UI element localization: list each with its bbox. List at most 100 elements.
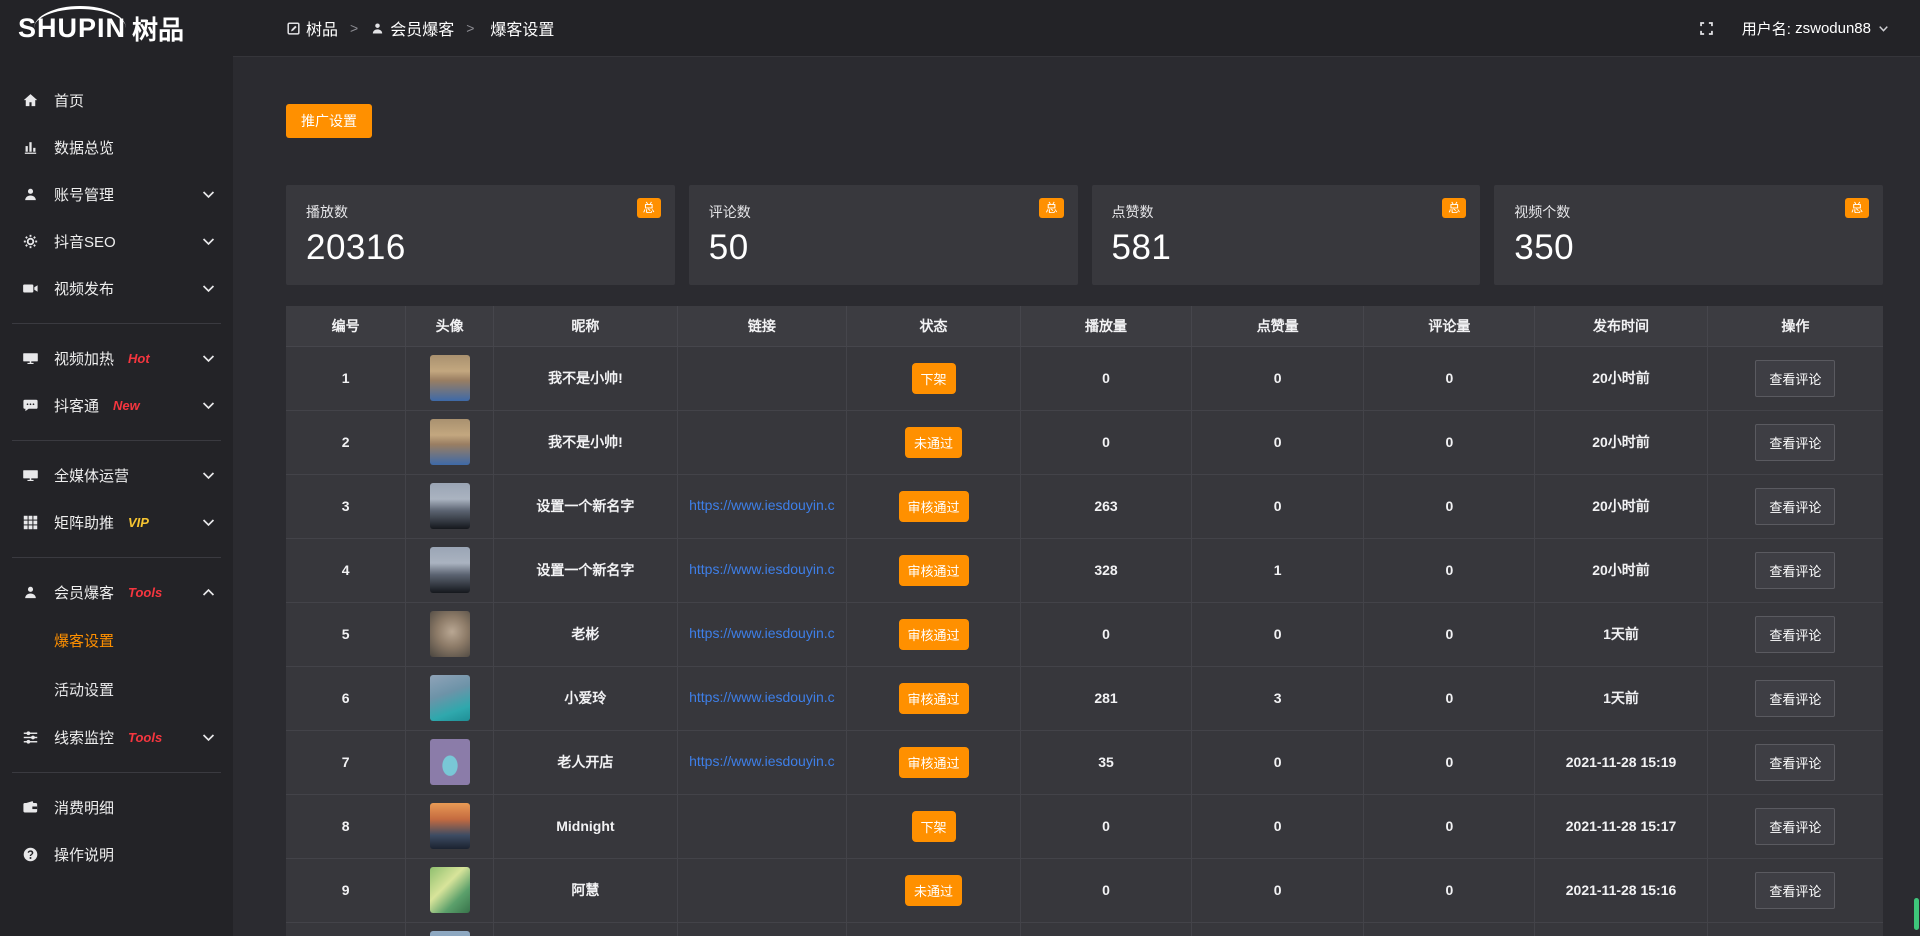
sidebar-item-会员爆客[interactable]: 会员爆客Tools	[0, 569, 233, 616]
sidebar-item-label: 抖客通	[54, 395, 99, 416]
status-button[interactable]: 审核通过	[899, 555, 969, 586]
column-header-昵称: 昵称	[494, 306, 678, 346]
sidebar-item-label: 首页	[54, 90, 84, 111]
cell-avatar	[406, 922, 494, 936]
chevron-down-icon	[1877, 22, 1890, 35]
chevron-down-icon	[200, 233, 217, 250]
scrollbar-thumb[interactable]	[1914, 898, 1919, 930]
sidebar-item-抖客通[interactable]: 抖客通 New	[0, 382, 233, 429]
sidebar-item-全媒体运营[interactable]: 全媒体运营	[0, 452, 233, 499]
question-icon	[22, 846, 39, 863]
column-header-点赞量: 点赞量	[1191, 306, 1363, 346]
sidebar-subitem-活动设置[interactable]: 活动设置	[0, 665, 233, 714]
breadcrumb-separator: >	[466, 20, 474, 36]
sidebar-divider	[12, 557, 221, 558]
stat-value: 20316	[306, 228, 655, 268]
status-button[interactable]: 审核通过	[899, 491, 969, 522]
sidebar-item-label: 账号管理	[54, 184, 114, 205]
sidebar-item-账号管理[interactable]: 账号管理	[0, 171, 233, 218]
status-button[interactable]: 下架	[912, 363, 956, 394]
records-table-wrap: 编号头像昵称链接状态播放量点赞量评论量发布时间操作 1我不是小帅!下架00020…	[286, 306, 1883, 936]
status-button[interactable]: 审核通过	[899, 683, 969, 714]
stat-card: 评论数 50 总	[689, 185, 1078, 285]
sidebar-item-label: 视频发布	[54, 278, 114, 299]
table-row: 2我不是小帅!未通过00020小时前查看评论	[286, 410, 1883, 474]
stat-total-badge: 总	[1845, 198, 1869, 218]
gear-icon	[22, 233, 39, 250]
avatar	[430, 931, 470, 936]
cell-likes: 0	[1191, 474, 1363, 538]
view-comments-button[interactable]: 查看评论	[1755, 744, 1835, 781]
cell-status: 审核通过	[847, 730, 1021, 794]
view-comments-button[interactable]: 查看评论	[1755, 680, 1835, 717]
video-link[interactable]: https://www.iesdouyin.c	[689, 625, 835, 641]
video-link[interactable]: https://www.iesdouyin.c	[689, 561, 835, 577]
sidebar-item-数据总览[interactable]: 数据总览	[0, 124, 233, 171]
sidebar-item-视频发布[interactable]: 视频发布	[0, 265, 233, 312]
cell-action: 查看评论	[1707, 602, 1883, 666]
fullscreen-icon[interactable]	[1697, 19, 1716, 38]
view-comments-button[interactable]: 查看评论	[1755, 488, 1835, 525]
view-comments-button[interactable]: 查看评论	[1755, 872, 1835, 909]
cell-link	[677, 410, 846, 474]
promo-settings-button[interactable]: 推广设置	[286, 104, 372, 138]
monitor-icon	[22, 467, 39, 484]
breadcrumb-item-section[interactable]: 会员爆客	[370, 16, 454, 40]
sidebar-item-badge: New	[113, 398, 140, 413]
breadcrumb-item-home[interactable]: 树品	[286, 16, 338, 40]
cell-status: 审核通过	[847, 666, 1021, 730]
view-comments-button[interactable]: 查看评论	[1755, 808, 1835, 845]
chevron-up-icon	[200, 584, 217, 601]
sidebar-divider	[12, 323, 221, 324]
sidebar-item-线索监控[interactable]: 线索监控Tools	[0, 714, 233, 761]
view-comments-button[interactable]: 查看评论	[1755, 552, 1835, 589]
sidebar-item-抖音SEO[interactable]: 抖音SEO	[0, 218, 233, 265]
view-comments-button[interactable]: 查看评论	[1755, 360, 1835, 397]
view-comments-button[interactable]: 查看评论	[1755, 424, 1835, 461]
status-button[interactable]: 审核通过	[899, 619, 969, 650]
video-link[interactable]: https://www.iesdouyin.c	[689, 497, 835, 513]
cell-comments: 0	[1364, 794, 1535, 858]
cell-likes: 0	[1191, 794, 1363, 858]
sidebar-item-矩阵助推[interactable]: 矩阵助推VIP	[0, 499, 233, 546]
chevron-down-icon	[200, 514, 217, 531]
cell-action: 查看评论	[1707, 858, 1883, 922]
stat-card: 点赞数 581 总	[1092, 185, 1481, 285]
status-button[interactable]: 未通过	[905, 427, 962, 458]
view-comments-button[interactable]: 查看评论	[1755, 616, 1835, 653]
chevron-down-icon	[200, 729, 217, 746]
column-header-操作: 操作	[1707, 306, 1883, 346]
stat-label: 点赞数	[1112, 202, 1461, 222]
chevron-down-icon	[200, 397, 217, 414]
cell-link: https://www.iesdouyin.c	[677, 602, 846, 666]
topbar: 树品 > 会员爆客 > 爆客设置 用户名: zswodun88	[233, 0, 1920, 57]
stat-card: 播放数 20316 总	[286, 185, 675, 285]
sidebar-item-操作说明[interactable]: 操作说明	[0, 831, 233, 878]
cell-publish-time: 20小时前	[1535, 346, 1707, 410]
video-link[interactable]: https://www.iesdouyin.c	[689, 689, 835, 705]
cell-plays: 35	[1021, 730, 1192, 794]
cell-link: https://www.iesdouyin.c	[677, 474, 846, 538]
column-header-评论量: 评论量	[1364, 306, 1535, 346]
cell-plays: 0	[1021, 346, 1192, 410]
video-link[interactable]: https://www.iesdouyin.c	[689, 753, 835, 769]
status-button[interactable]: 审核通过	[899, 747, 969, 778]
cell-plays: 281	[1021, 666, 1192, 730]
cell-status: 审核通过	[847, 474, 1021, 538]
user-menu[interactable]: 用户名: zswodun88	[1742, 18, 1890, 39]
cell-likes: 0	[1191, 730, 1363, 794]
cell-status: 下架	[847, 794, 1021, 858]
sidebar-item-首页[interactable]: 首页	[0, 77, 233, 124]
avatar	[430, 803, 470, 849]
sidebar-item-视频加热[interactable]: 视频加热Hot	[0, 335, 233, 382]
status-button[interactable]: 未通过	[905, 875, 962, 906]
sidebar-divider	[12, 772, 221, 773]
cell-publish-time: 20小时前	[1535, 538, 1707, 602]
cell-comments: 0	[1364, 410, 1535, 474]
status-button[interactable]: 下架	[912, 811, 956, 842]
sidebar-subitem-爆客设置[interactable]: 爆客设置	[0, 616, 233, 665]
cell-status: 未通过	[847, 858, 1021, 922]
cell-link: https://www.iesdouyin.c	[677, 666, 846, 730]
cell-id: 4	[286, 538, 406, 602]
sidebar-item-消费明细[interactable]: 消费明细	[0, 784, 233, 831]
